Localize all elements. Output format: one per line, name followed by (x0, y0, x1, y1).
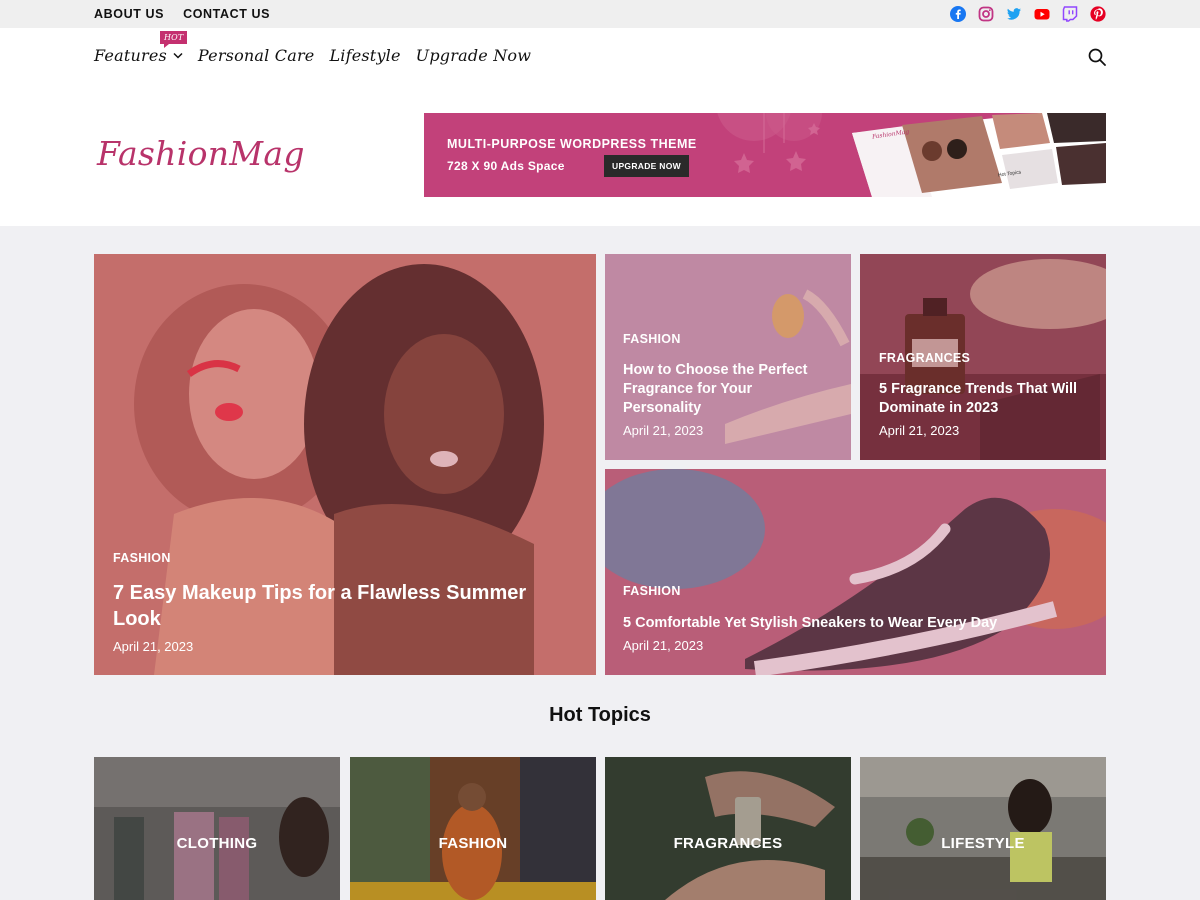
top-links: ABOUT US CONTACT US (94, 7, 270, 21)
twitter-icon[interactable] (1006, 6, 1022, 22)
featured-post-wide[interactable]: FASHION 5 Comfortable Yet Stylish Sneake… (605, 469, 1106, 675)
post-title[interactable]: 5 Fragrance Trends That Will Dominate in… (879, 380, 1094, 418)
post-date: April 21, 2023 (113, 639, 194, 654)
nav-item-lifestyle[interactable]: Lifestyle (329, 46, 400, 65)
chevron-down-icon (173, 52, 183, 59)
nav-item-features[interactable]: Features HOT (94, 31, 188, 65)
topic-label: FRAGRANCES (673, 835, 783, 852)
ad-headline: MULTI-PURPOSE WORDPRESS THEME (447, 137, 697, 151)
hot-topics-heading: Hot Topics (549, 704, 651, 726)
topic-label: LIFESTYLE (941, 835, 1025, 852)
featured-post[interactable]: FRAGRANCES 5 Fragrance Trends That Will … (860, 254, 1106, 460)
image-overlay (860, 757, 1106, 900)
topic-card-lifestyle[interactable]: LIFESTYLE (860, 757, 1106, 900)
topic-card-fragrances[interactable]: FRAGRANCES (605, 757, 851, 900)
image-overlay (605, 757, 851, 900)
topic-card-fashion[interactable]: FASHION (350, 757, 596, 900)
site-header: Features HOT Personal Care Lifestyle Upg… (0, 28, 1200, 226)
topic-card-clothing[interactable]: CLOTHING (94, 757, 340, 900)
post-date: April 21, 2023 (623, 638, 704, 653)
pinterest-icon[interactable] (1090, 6, 1106, 22)
post-category[interactable]: FASHION (623, 332, 681, 346)
hot-badge: HOT (160, 31, 188, 48)
contact-us-link[interactable]: CONTACT US (183, 7, 270, 21)
topic-label: CLOTHING (176, 835, 258, 852)
image-overlay (94, 757, 340, 900)
site-logo[interactable]: FashionMag (97, 134, 305, 173)
social-links (950, 6, 1106, 22)
post-date: April 21, 2023 (623, 423, 704, 438)
post-category[interactable]: FASHION (113, 551, 171, 565)
theme-preview-image (852, 113, 1106, 197)
facebook-icon[interactable] (950, 6, 966, 22)
post-title[interactable]: How to Choose the Perfect Fragrance for … (623, 361, 833, 418)
nav-item-upgrade-now[interactable]: Upgrade Now (416, 46, 531, 65)
nav-item-label: Features (94, 46, 167, 65)
post-category[interactable]: FRAGRANCES (879, 351, 970, 365)
image-overlay (350, 757, 596, 900)
featured-post-large[interactable]: FASHION 7 Easy Makeup Tips for a Flawles… (94, 254, 596, 675)
ad-subline: 728 X 90 Ads Space (447, 159, 565, 173)
ad-banner[interactable]: MULTI-PURPOSE WORDPRESS THEME 728 X 90 A… (424, 113, 1106, 197)
main-nav: Features HOT Personal Care Lifestyle Upg… (94, 31, 531, 65)
ad-upgrade-button[interactable]: UPGRADE NOW (604, 155, 689, 177)
top-bar: ABOUT US CONTACT US (0, 0, 1200, 28)
featured-post[interactable]: FASHION How to Choose the Perfect Fragra… (605, 254, 851, 460)
post-title[interactable]: 5 Comfortable Yet Stylish Sneakers to We… (623, 614, 1093, 633)
nav-item-personal-care[interactable]: Personal Care (198, 46, 315, 65)
about-us-link[interactable]: ABOUT US (94, 7, 164, 21)
post-category[interactable]: FASHION (623, 584, 681, 598)
twitch-icon[interactable] (1062, 6, 1078, 22)
post-title[interactable]: 7 Easy Makeup Tips for a Flawless Summer… (113, 580, 573, 632)
post-date: April 21, 2023 (879, 423, 960, 438)
youtube-icon[interactable] (1034, 6, 1050, 22)
instagram-icon[interactable] (978, 6, 994, 22)
topic-label: FASHION (438, 835, 508, 852)
search-icon[interactable] (1088, 48, 1106, 66)
